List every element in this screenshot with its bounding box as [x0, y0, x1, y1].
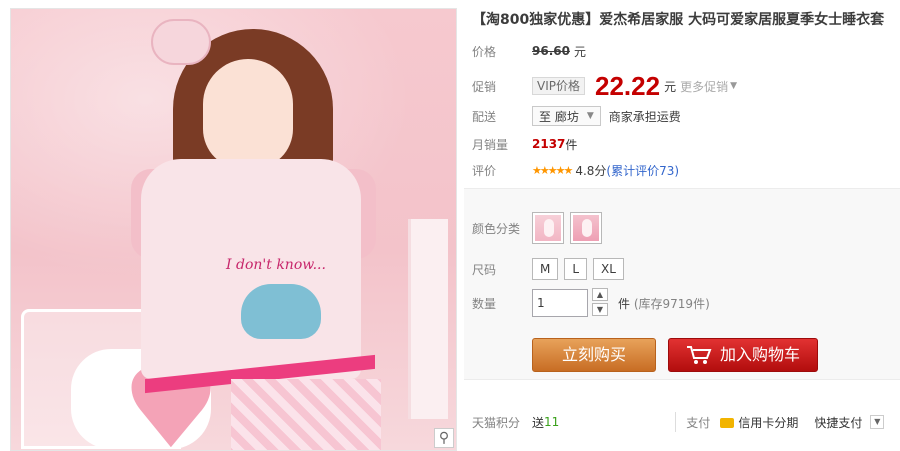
swatch-image [573, 215, 599, 241]
rating-row: 评价 ★★★★★ 4.8分 (累计评价73) [472, 160, 679, 180]
monthly-sales-unit: 件 [565, 137, 578, 152]
chevron-down-icon[interactable]: ▼ [730, 81, 737, 91]
increase-icon[interactable]: ▲ [592, 288, 608, 301]
chevron-down-icon[interactable]: ▼ [870, 415, 885, 429]
model-figure: I don't know... [131, 19, 381, 450]
destination-select[interactable]: 至 廊坊 ▼ [532, 106, 601, 126]
quantity-input[interactable]: 1 [532, 289, 588, 317]
quantity-label: 数量 [472, 296, 497, 311]
quantity-stepper[interactable]: ▲ ▼ [592, 288, 608, 318]
size-option-l[interactable]: L [564, 258, 588, 280]
shipping-note: 商家承担运费 [608, 109, 681, 124]
hair-bow [151, 19, 211, 65]
add-to-cart-label: 加入购物车 [719, 345, 800, 364]
services-row: 天猫积分 送 11 支付 信用卡分期 快捷支付 ▼ [472, 410, 900, 434]
price-unit: 元 [573, 44, 586, 59]
dog-print [241, 284, 321, 339]
decrease-icon[interactable]: ▼ [592, 303, 608, 316]
shopping-cart-icon [686, 346, 712, 364]
rating-label: 评价 [472, 163, 497, 178]
stock-count: (库存9719件) [633, 296, 710, 311]
color-label: 颜色分类 [472, 221, 521, 236]
shipping-row: 配送 至 廊坊 ▼ 商家承担运费 [472, 105, 681, 127]
payment-label: 支付 [686, 415, 711, 430]
original-price: 96.60 [532, 44, 570, 58]
credit-card-icon [720, 418, 735, 428]
color-swatch[interactable] [570, 212, 602, 244]
price-label: 价格 [472, 44, 497, 59]
promo-price: 22.22 [595, 71, 661, 101]
credit-card-installment[interactable]: 信用卡分期 [738, 414, 798, 431]
product-image[interactable]: ♥ I don't know... ⚲ [10, 8, 457, 451]
size-option-m[interactable]: M [532, 258, 559, 280]
color-swatch[interactable] [532, 212, 564, 244]
rating-score: 4.8分 [575, 163, 607, 178]
product-info-panel: 【淘800独家优惠】爱杰希居家服 大码可爱家居服夏季女士睡衣套 价格 96.60… [464, 0, 900, 451]
swatch-image [535, 215, 561, 241]
stock-info: 件 (库存9719件) [618, 295, 710, 312]
quantity-row: 数量 1 ▲ ▼ 件 (库存9719件) [472, 288, 710, 318]
quick-pay[interactable]: 快捷支付 [814, 414, 862, 431]
color-row: 颜色分类 [472, 210, 608, 246]
divider [675, 412, 677, 432]
shipping-label: 配送 [472, 109, 497, 124]
buy-now-button[interactable]: 立刻购买 [532, 338, 656, 372]
add-to-cart-button[interactable]: 加入购物车 [668, 338, 818, 372]
tmall-points-label: 天猫积分 [472, 415, 521, 430]
promo-unit: 元 [664, 79, 677, 94]
chevron-down-icon: ▼ [586, 111, 594, 121]
pajama-pants [231, 379, 381, 450]
quantity-unit: 件 [618, 296, 631, 311]
points-prefix: 送 [532, 415, 545, 430]
destination-value: 至 廊坊 [539, 109, 579, 124]
shirt-print-text: I don't know... [226, 257, 326, 273]
product-title: 【淘800独家优惠】爱杰希居家服 大码可爱家居服夏季女士睡衣套 [472, 12, 885, 28]
magnifier-icon[interactable]: ⚲ [434, 428, 454, 448]
model-face [203, 59, 293, 169]
promo-label: 促销 [472, 79, 497, 94]
review-count-link[interactable]: (累计评价73) [606, 162, 679, 179]
photo-shelf [408, 219, 448, 419]
size-row: 尺码 M L XL [472, 257, 630, 281]
size-option-xl[interactable]: XL [593, 258, 624, 280]
size-label: 尺码 [472, 262, 497, 277]
sales-row: 月销量 2137 件 [472, 134, 577, 154]
price-row: 价格 96.60 元 [472, 41, 586, 61]
monthly-sales-count: 2137 [532, 137, 566, 151]
vip-price-badge: VIP价格 [532, 77, 585, 95]
more-promo-link[interactable]: 更多促销 [680, 78, 728, 95]
star-rating-icon: ★★★★★ [532, 163, 573, 177]
monthly-sales-label: 月销量 [472, 137, 509, 152]
promo-row: 促销 VIP价格 22.22 元 更多促销 ▼ [472, 72, 737, 100]
points-value: 11 [544, 415, 560, 429]
